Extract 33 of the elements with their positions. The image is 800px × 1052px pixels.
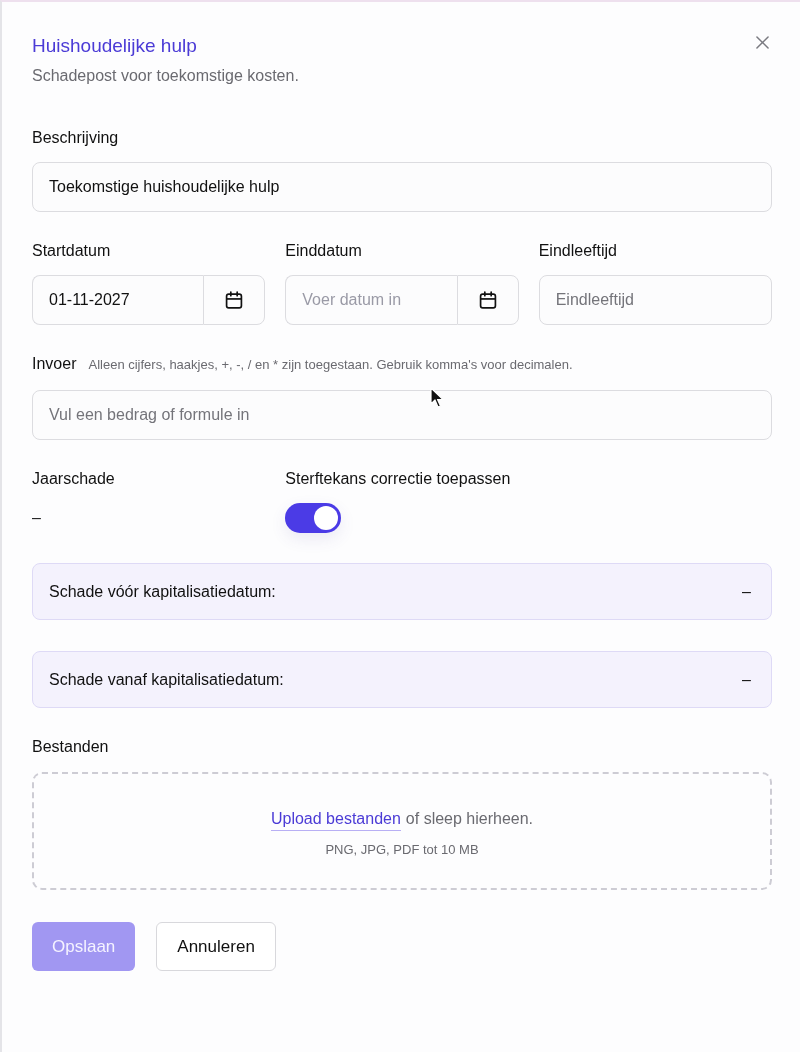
calendar-icon [478,291,497,309]
text-input[interactable]: Eindleeftijd [538,275,772,325]
amount-input[interactable]: Vul een bedrag of formule in [32,390,772,440]
calendar-icon [225,291,244,309]
summary-label: Schade vanaf kapitalisatiedatum: [49,670,284,689]
field-label: Einddatum [285,241,362,261]
toggle-switch[interactable] [285,503,342,533]
annual-damage-value: – [32,508,41,528]
summary-label: Schade vóór kapitalisatiedatum: [49,582,276,601]
date-input[interactable]: 01-11-2027 [32,275,204,325]
field-label: Eindleeftijd [538,241,617,261]
field-label: Jaarschade [32,469,115,489]
dialog-title: Huishoudelijke hulp [32,34,198,58]
cancel-button[interactable]: Annuleren [156,922,276,971]
field-hint: Alleen cijfers, haakjes, +, -, / en * zijn toegestaan. Gebruik komma's voor decimalen. [88,356,573,374]
field-label: Beschrijving [32,128,119,148]
mouse-cursor-icon [430,387,444,409]
dropzone-hint: PNG, JPG, PDF tot 10 MB [325,840,479,859]
summary-value: – [742,582,751,601]
calendar-button[interactable] [203,275,266,325]
date-input[interactable]: Voer datum in [285,275,457,325]
close-icon[interactable] [756,36,769,49]
field-label: Invoer [32,354,77,374]
toggle-label: Sterftekans correctie toepassen [285,469,511,489]
dialog-subtitle: Schadepost voor toekomstige kosten. [32,66,299,86]
field-label: Bestanden [32,737,109,757]
file-dropzone[interactable]: Upload bestanden of sleep hierheen. PNG, JPG, PDF tot 10 MB [32,772,772,890]
dropzone-text: of sleep hierheen. [405,808,534,829]
description-input[interactable]: Toekomstige huishoudelijke hulp [32,162,772,212]
upload-link[interactable]: Upload bestanden [270,807,401,831]
calendar-button[interactable] [456,275,519,325]
summary-value: – [742,670,751,689]
field-label: Startdatum [32,241,111,261]
